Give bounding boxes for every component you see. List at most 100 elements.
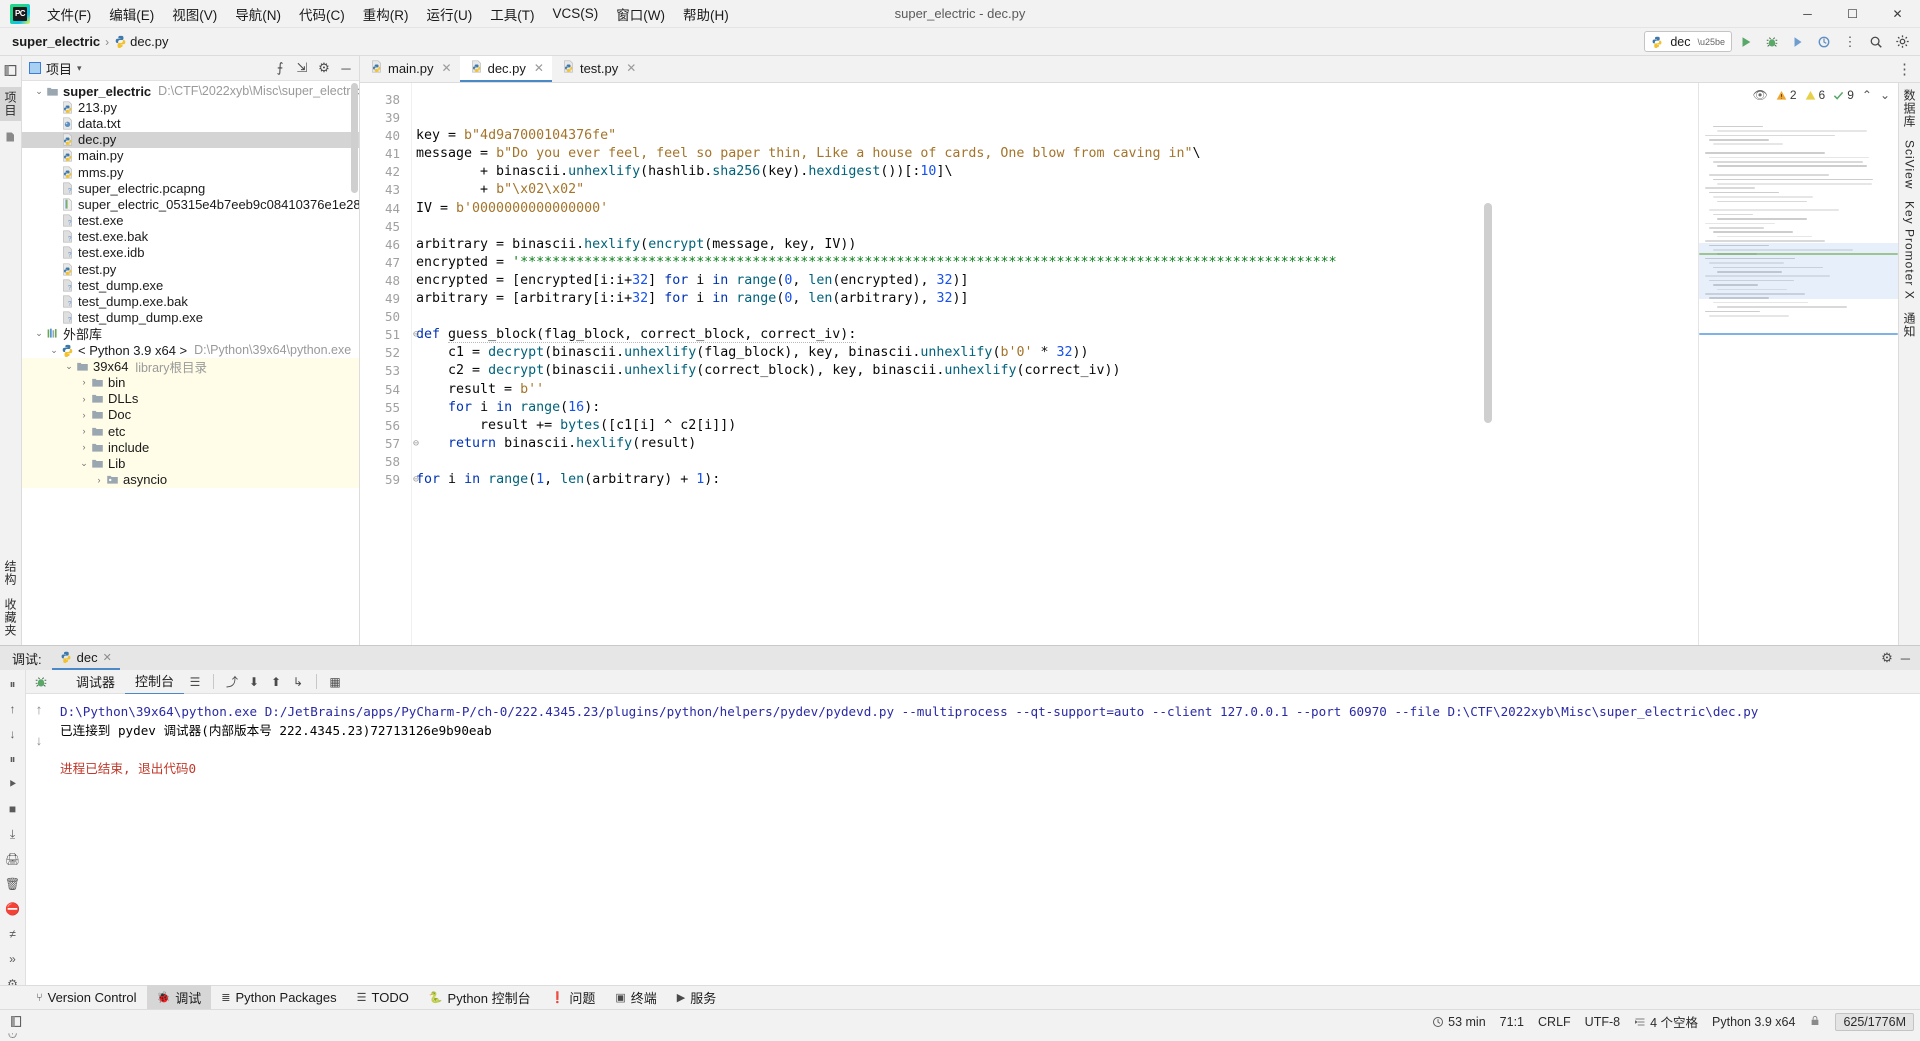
coverage-button[interactable] (1786, 30, 1810, 54)
hide-project-pane-button[interactable]: ─ (337, 59, 355, 77)
project-tree[interactable]: ⌄ super_electric D:\CTF\2022xyb\Misc\super… (22, 81, 359, 645)
weak-warning-count[interactable]: 6 (1805, 88, 1825, 102)
bottom-tab--[interactable]: ▣ 终端 (605, 985, 666, 1010)
tree-twisty-icon[interactable]: ⌄ (78, 458, 90, 469)
tree-item-test-exe-idb[interactable]: ? test.exe.idb (22, 245, 359, 261)
menu-navigate[interactable]: 导航(N) (226, 0, 290, 28)
step-out-icon[interactable]: ⤴ (221, 672, 243, 692)
scroll-down-icon[interactable]: ↓ (36, 733, 43, 748)
collapse-all-button[interactable]: ⨍ (271, 59, 289, 77)
elapsed-time[interactable]: 53 min (1432, 1015, 1486, 1029)
tree-item-test-exe-bak[interactable]: ? test.exe.bak (22, 229, 359, 245)
hide-debug-pane-button[interactable]: ─ (1901, 651, 1910, 666)
resume-icon[interactable]: ↑ (10, 703, 16, 715)
bottom-tab-python-packages[interactable]: ≣ Python Packages (211, 987, 346, 1008)
evaluate-expression-icon[interactable]: ▦ (324, 672, 346, 692)
ok-count[interactable]: 9 (1833, 88, 1854, 102)
tree-item--[interactable]: ⌄ 外部库 (22, 326, 359, 342)
pause-icon[interactable]: ⯈ (8, 778, 18, 790)
sidebar-item-database[interactable]: 数据库 (1901, 89, 1918, 128)
tree-twisty-icon[interactable]: › (78, 394, 90, 404)
tree-item-test-dump-exe-bak[interactable]: ? test_dump.exe.bak (22, 293, 359, 309)
indent-setting[interactable]: 4 个空格 (1634, 1012, 1698, 1031)
more-icon[interactable]: » (9, 953, 16, 965)
tree-twisty-icon[interactable]: › (78, 410, 90, 420)
menu-vcs[interactable]: VCS(S) (544, 2, 608, 25)
trash-icon[interactable]: 🗑 (5, 878, 20, 890)
expand-all-button[interactable]: ⇲ (293, 59, 311, 77)
tree-item-include[interactable]: › include (22, 439, 359, 456)
bottom-tab-python-[interactable]: 🐍 Python 控制台 (419, 985, 541, 1010)
profile-button[interactable] (1812, 30, 1836, 54)
bottom-tab-version-control[interactable]: ⑂ Version Control (26, 987, 147, 1008)
bottom-tab--[interactable]: ❗ 问题 (541, 985, 606, 1010)
tree-item-dec-py[interactable]: dec.py (22, 131, 359, 148)
print-icon[interactable]: 🖨 (5, 853, 20, 865)
tree-twisty-icon[interactable]: ⌄ (33, 86, 45, 97)
chevron-down-icon[interactable]: ▾ (77, 63, 82, 74)
tree-item-doc[interactable]: › Doc (22, 406, 359, 423)
close-icon[interactable]: ✕ (534, 61, 544, 75)
close-icon[interactable]: ✕ (103, 651, 112, 664)
debug-button[interactable] (1760, 30, 1784, 54)
tree-item-test-exe[interactable]: ? test.exe (22, 213, 359, 229)
tree-twisty-icon[interactable]: › (78, 442, 90, 452)
caret-position[interactable]: 71:1 (1500, 1015, 1524, 1029)
scroll-up-icon[interactable]: ↑ (36, 702, 43, 717)
menu-run[interactable]: 运行(U) (418, 0, 482, 28)
tree-item-super-electric[interactable]: ⌄ super_electric D:\CTF\2022xyb\Misc\super… (22, 83, 359, 99)
project-settings-button[interactable]: ⚙ (315, 59, 333, 77)
tree-item-etc[interactable]: › etc (22, 422, 359, 440)
menu-edit[interactable]: 编辑(E) (100, 0, 163, 28)
console-options-icon[interactable]: ☰ (184, 672, 206, 692)
step-into-icon[interactable]: ⏸ (9, 753, 15, 765)
step-into-icon[interactable]: ⬇ (243, 672, 265, 692)
tree-item-super-electric-05315e4b7eeb9c08410376e1e28732ce-zip[interactable]: super_electric_05315e4b7eeb9c08410376e1e… (22, 196, 359, 212)
editor-tab-dec-py[interactable]: dec.py ✕ (459, 56, 552, 82)
tree-item-39x64[interactable]: ⌄ 39x64 library根目录 (22, 358, 359, 375)
run-configuration-selector[interactable]: dec \u25be (1644, 31, 1732, 52)
code-fold-icon[interactable]: ⊖ (413, 471, 419, 489)
bookmarks-icon[interactable] (5, 131, 17, 143)
search-everywhere-button[interactable] (1864, 30, 1888, 54)
view-breakpoints-icon[interactable]: ⤓ (10, 828, 15, 840)
tree-twisty-icon[interactable]: ⌄ (33, 328, 45, 339)
step-over-icon[interactable]: ↓ (10, 728, 16, 740)
console-output[interactable]: D:\Python\39x64\python.exe D:/JetBrains/… (52, 694, 1920, 985)
breadcrumb-project[interactable]: super_electric (12, 34, 100, 49)
toggle-toolwindows-icon[interactable] (10, 1015, 23, 1028)
project-window-icon[interactable] (4, 64, 17, 77)
code-fold-icon[interactable]: ⊖ (413, 435, 419, 453)
line-separator[interactable]: CRLF (1538, 1015, 1571, 1029)
next-problem-icon[interactable]: ⌄ (1880, 88, 1890, 102)
step-up-icon[interactable]: ⬆ (265, 672, 287, 692)
tab-debugger[interactable]: 调试器 (66, 669, 125, 694)
sidebar-item-notifications[interactable]: 通知 (1901, 312, 1918, 338)
bottom-tab-todo[interactable]: ☰ TODO (347, 987, 419, 1008)
tree-twisty-icon[interactable]: › (78, 377, 90, 387)
tree-item-213-py[interactable]: 213.py (22, 99, 359, 115)
warning-count[interactable]: 2 (1776, 88, 1797, 102)
tree-item-test-dump-dump-exe[interactable]: ? test_dump_dump.exe (22, 310, 359, 326)
menu-help[interactable]: 帮助(H) (674, 0, 738, 28)
disable-breakpoints-icon[interactable]: ≠ (9, 928, 16, 940)
sidebar-item-sciview[interactable]: SciView (1903, 140, 1917, 189)
mute-breakpoints-icon[interactable]: ⛔ (5, 903, 20, 915)
memory-indicator[interactable]: 625/1776M (1835, 1012, 1914, 1031)
sidebar-item-structure[interactable]: 结构 (2, 560, 19, 586)
editor-tabs-overflow-button[interactable]: ⋮ (1897, 56, 1920, 82)
tree-item-test-py[interactable]: test.py (22, 261, 359, 277)
tree-item-asyncio[interactable]: › asyncio (22, 471, 359, 488)
menu-file[interactable]: 文件(F) (38, 0, 100, 28)
tree-twisty-icon[interactable]: › (78, 426, 90, 436)
debug-session-tab[interactable]: dec ✕ (51, 646, 120, 670)
sidebar-item-bookmarks[interactable]: 收藏夹 (2, 598, 19, 637)
menu-tools[interactable]: 工具(T) (481, 0, 543, 28)
editor-tab-main-py[interactable]: main.py ✕ (360, 56, 460, 82)
run-button[interactable] (1734, 30, 1758, 54)
debug-settings-button[interactable]: ⚙ (1881, 650, 1893, 666)
menu-refactor[interactable]: 重构(R) (354, 0, 418, 28)
tree-item-test-dump-exe[interactable]: ? test_dump.exe (22, 277, 359, 293)
code-fold-icon[interactable]: ⊖ (413, 326, 419, 344)
code-editor[interactable]: 38 39 40 41 42 43 44 45 46 47 48 49 50 51 ⊖ 52 53 54 55 56 5… (360, 83, 1698, 645)
